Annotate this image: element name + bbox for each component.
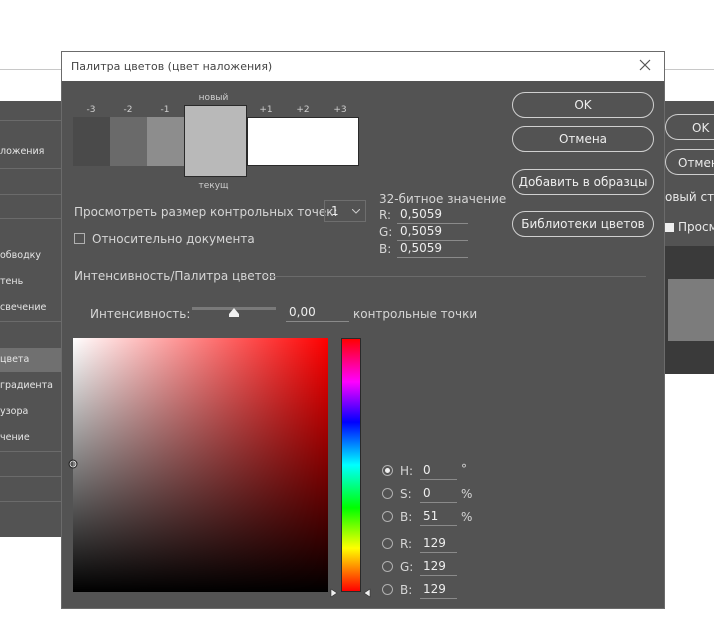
background-preview-swatch (668, 279, 714, 341)
blue-radio[interactable] (382, 584, 393, 595)
r-radio[interactable] (382, 538, 393, 549)
hue-right-arrow-icon[interactable] (363, 588, 371, 598)
intensity-label: Интенсивность: (90, 307, 191, 321)
chevron-down-icon (352, 209, 360, 214)
background-left-item[interactable]: тень (0, 276, 62, 287)
checkbox-icon (665, 223, 674, 232)
divider (0, 321, 62, 322)
swatch-new-label: новый (198, 93, 229, 103)
swatch-minus-2[interactable] (110, 117, 147, 166)
bit32-b-field[interactable]: 0,5059 (397, 241, 468, 258)
swatch-minus-3[interactable] (73, 117, 110, 166)
background-left-item[interactable]: свечение (0, 302, 62, 313)
g-label: G: (400, 560, 414, 574)
swatch-minus-1[interactable] (147, 117, 184, 166)
relative-to-document-label: Относительно документа (92, 232, 255, 246)
background-left-item[interactable]: чение (0, 432, 62, 443)
tick-label: -2 (123, 105, 133, 115)
background-preview-label: Просм (678, 220, 714, 234)
blue-label: B: (400, 583, 413, 597)
sample-size-label: Просмотреть размер контрольных точек: (74, 205, 338, 219)
cancel-button[interactable]: Отмена (512, 126, 654, 152)
color-picker-dialog: Палитра цветов (цвет наложения) -3 -2 -1… (61, 51, 665, 609)
background-left-item[interactable]: градиента (0, 380, 62, 391)
dialog-title: Палитра цветов (цвет наложения) (71, 60, 273, 73)
swatch-plus[interactable] (247, 117, 359, 166)
color-field[interactable] (68, 338, 328, 592)
background-cancel-button[interactable]: Отмен (665, 149, 714, 175)
blue-field[interactable]: 129 (420, 582, 457, 599)
add-to-swatches-button[interactable]: Добавить в образцы (512, 169, 654, 195)
divider (0, 218, 62, 219)
hue-slider[interactable] (341, 338, 361, 592)
section-divider (264, 276, 646, 277)
background-left-item[interactable]: цвета (0, 354, 62, 365)
background-preview-check[interactable]: Просм (665, 220, 714, 234)
hue-left-arrow-icon[interactable] (330, 588, 338, 598)
divider (0, 501, 62, 502)
intensity-field[interactable]: 0,00 (286, 305, 349, 322)
ok-button[interactable]: OK (512, 92, 654, 118)
bit32-title: 32-битное значение (379, 192, 507, 206)
s-label: S: (400, 487, 412, 501)
section-title: Интенсивность/Палитра цветов (74, 269, 277, 283)
r-field[interactable]: 129 (420, 536, 457, 553)
background-left-item[interactable]: ложения (0, 146, 62, 157)
relative-to-document-checkbox[interactable] (74, 233, 85, 244)
bit32-r-field[interactable]: 0,5059 (397, 207, 468, 224)
h-field[interactable]: 0 (420, 463, 457, 480)
b-label: B: (400, 510, 413, 524)
tick-label: -1 (160, 105, 170, 115)
bit32-g-label: G: (379, 225, 393, 239)
swatch-current-label: текущ (198, 181, 229, 191)
tick-label: +3 (333, 105, 347, 115)
intensity-slider-thumb-icon[interactable] (228, 307, 240, 318)
close-button[interactable] (634, 55, 656, 77)
bit32-g-field[interactable]: 0,5059 (397, 224, 468, 241)
color-picker-circle-icon[interactable] (68, 459, 78, 469)
bit32-r-label: R: (379, 208, 392, 222)
h-unit: ° (461, 462, 467, 476)
h-radio[interactable] (382, 465, 393, 476)
background-ok-button[interactable]: OK (665, 114, 714, 140)
sample-size-select[interactable]: 1 (324, 200, 366, 222)
bit32-b-label: B: (379, 242, 392, 256)
s-unit: % (461, 487, 473, 501)
r-label: R: (400, 537, 413, 551)
tick-label: -3 (86, 105, 96, 115)
intensity-unit: контрольные точки (353, 307, 478, 321)
background-left-item[interactable]: обводку (0, 250, 62, 261)
sample-size-value: 1 (331, 204, 339, 218)
divider (0, 194, 62, 195)
b-unit: % (461, 510, 473, 524)
color-libraries-button[interactable]: Библиотеки цветов (512, 211, 654, 237)
b-radio[interactable] (382, 511, 393, 522)
close-icon (639, 59, 651, 71)
g-radio[interactable] (382, 561, 393, 572)
divider (0, 120, 62, 121)
background-left-item[interactable]: узора (0, 406, 62, 417)
background-new-style[interactable]: овый сти (665, 190, 714, 204)
tick-label: +2 (296, 105, 310, 115)
swatch-new[interactable] (184, 105, 247, 177)
background-left-panel: ложения обводку тень свечение цвета град… (0, 101, 62, 537)
divider (0, 451, 62, 452)
h-label: H: (400, 464, 414, 478)
tick-label: +1 (259, 105, 273, 115)
title-bar: Палитра цветов (цвет наложения) (62, 52, 664, 81)
g-field[interactable]: 129 (420, 559, 457, 576)
brightness-gradient (73, 338, 328, 592)
divider (0, 476, 62, 477)
background-right-panel: OK Отмен овый сти Просм (665, 101, 714, 374)
b-field[interactable]: 51 (420, 509, 457, 526)
s-field[interactable]: 0 (420, 486, 457, 503)
s-radio[interactable] (382, 488, 393, 499)
divider (0, 168, 62, 169)
